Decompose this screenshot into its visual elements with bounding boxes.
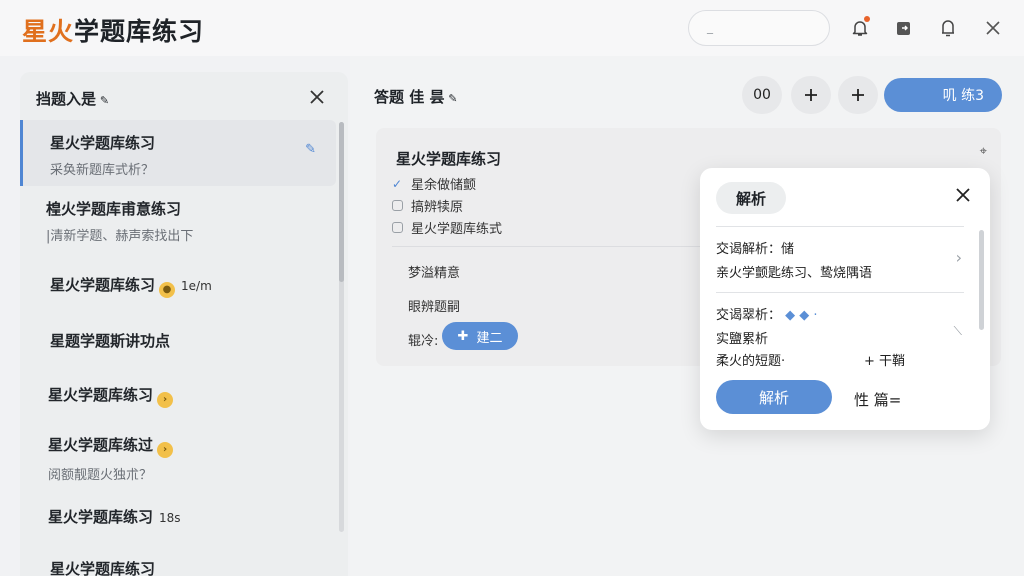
search-input[interactable]: _ [688,10,830,46]
analysis-line-extra: + 干鞘 [864,354,906,369]
analysis-chip[interactable]: 解析 [716,182,786,214]
close-icon[interactable] [306,86,328,108]
question-title: 星火学题库练习 [396,150,502,168]
top-bar: 星火学题库练习 _ [0,0,1024,56]
popover-divider [716,226,964,227]
add-button[interactable] [791,76,831,114]
analysis-line: 交谒解析：储 [716,242,795,257]
list-item-meta: 18s [159,511,181,525]
list-scrollbar[interactable] [339,122,344,532]
answer-option[interactable]: ✓ 星余做储颤 [392,174,477,194]
app-title: 星火学题库练习 [22,12,204,48]
app-title-accent: 星火 [22,17,75,46]
sparkle-icon: ✚ [457,328,469,344]
pin-icon[interactable]: ⌖ [980,144,987,159]
list-item-meta: 1e/m [181,279,212,293]
badge-icon: › [157,442,174,458]
export-icon[interactable] [890,14,918,42]
card-divider [392,246,702,247]
notification-dot [864,16,870,22]
checkbox-icon [392,200,403,211]
list-item-subtitle: 采奂新题库式析？ [50,163,155,178]
bell-outline-icon[interactable] [934,14,962,42]
notification-bell-icon[interactable] [846,14,874,42]
popover-scrollbar[interactable] [979,230,984,330]
list-item[interactable]: 星火学题库练过 › 阅额靓题火独朮？ [20,434,336,483]
list-item[interactable]: 星火学题库练习 18s [20,506,336,527]
list-item-title: 星火学题库练习 [50,134,156,152]
answer-option-label: 搞辨犊原 [411,200,464,215]
chevron-right-icon[interactable]: › [956,248,962,267]
primary-action-button[interactable]: 叽 练3 [884,78,1002,112]
plus-icon [852,89,864,101]
list-item[interactable]: 星火学题库练习 ● 1e/m [20,274,336,298]
add-secondary-button[interactable] [838,76,878,114]
analysis-popover: 解析 交谒解析：储 亲火学颤匙练习、鸷烧隅语 › 交谒翠析： ◆ ◆ · 实鹽累… [700,168,990,430]
analysis-line: 柔火的短题· [716,354,786,369]
list-scrollbar-thumb[interactable] [339,122,344,282]
card-row-1: 梦溢精意 [408,266,461,281]
answer-header-title: 答题 佳 昙 ✎ [374,88,458,106]
list-item-title: 星火学题库练习 [50,276,156,294]
list-item-title: 星火学题库练习 [50,560,156,576]
card-row-2: 眼辨题嗣 [408,300,461,315]
analysis-button[interactable]: 解析 [716,380,832,414]
tag-button[interactable]: ✚ 建二 [442,322,518,350]
panel-title: 挡题入是 ✎ [36,90,110,108]
checkbox-icon [392,222,403,233]
answer-option[interactable]: 搞辨犊原 [392,196,463,215]
tag-label: 建二 [476,330,503,346]
analysis-line: 交谒翠析： ◆ ◆ · [716,308,818,323]
popover-divider [716,292,964,293]
list-item-subtitle: |清新学题、赫声索找出下 [46,229,194,244]
answer-option-label: 星火学题库练式 [411,222,503,237]
plus-icon [805,89,817,101]
list-item[interactable]: 星题学题斯讲功点 [20,330,336,351]
badge-icon: › [157,392,174,408]
question-list-panel: 挡题入是 ✎ 星火学题库练习 采奂新题库式析？ ✎ 楻火学题库甫意练习 |清新学… [20,72,348,576]
badge-icon: ● [159,282,176,298]
list-item-title: 星火学题库练习 [48,508,154,526]
list-item-title: 楻火学题库甫意练习 [46,200,182,218]
list-item[interactable]: 星火学题库练习 › [20,384,336,408]
answer-option[interactable]: 星火学题库练式 [392,218,502,237]
count-button[interactable]: 00 [742,76,782,114]
list-item[interactable]: 星火学题库练习 [20,558,336,576]
search-caret: _ [707,20,713,34]
app-title-rest: 学题库练习 [74,17,205,46]
list-item-title: 星火学题库练过 [48,436,154,454]
card-row-label: 辊冷: [408,334,439,349]
analysis-line: 实鹽累析 [716,332,769,347]
list-item[interactable]: 星火学题库练习 采奂新题库式析？ ✎ [20,120,336,186]
secondary-action[interactable]: 性 篇= [854,389,901,410]
check-icon: ✓ [392,176,403,191]
close-icon[interactable] [954,186,974,206]
selected-check-icon: ✎ [305,142,316,157]
list-item-title: 星火学题库练习 [48,386,154,404]
close-window-icon[interactable] [979,14,1007,42]
analysis-line: 亲火学颤匙练习、鸷烧隅语 [716,266,873,281]
list-item-subtitle: 阅额靓题火独朮？ [48,468,153,483]
list-item[interactable]: 楻火学题库甫意练习 |清新学题、赫声索找出下 [20,198,336,244]
answer-option-label: 星余做储颤 [411,178,477,193]
chevron-icon[interactable]: ⟍ [954,324,962,339]
list-item-title: 星题学题斯讲功点 [50,332,171,350]
